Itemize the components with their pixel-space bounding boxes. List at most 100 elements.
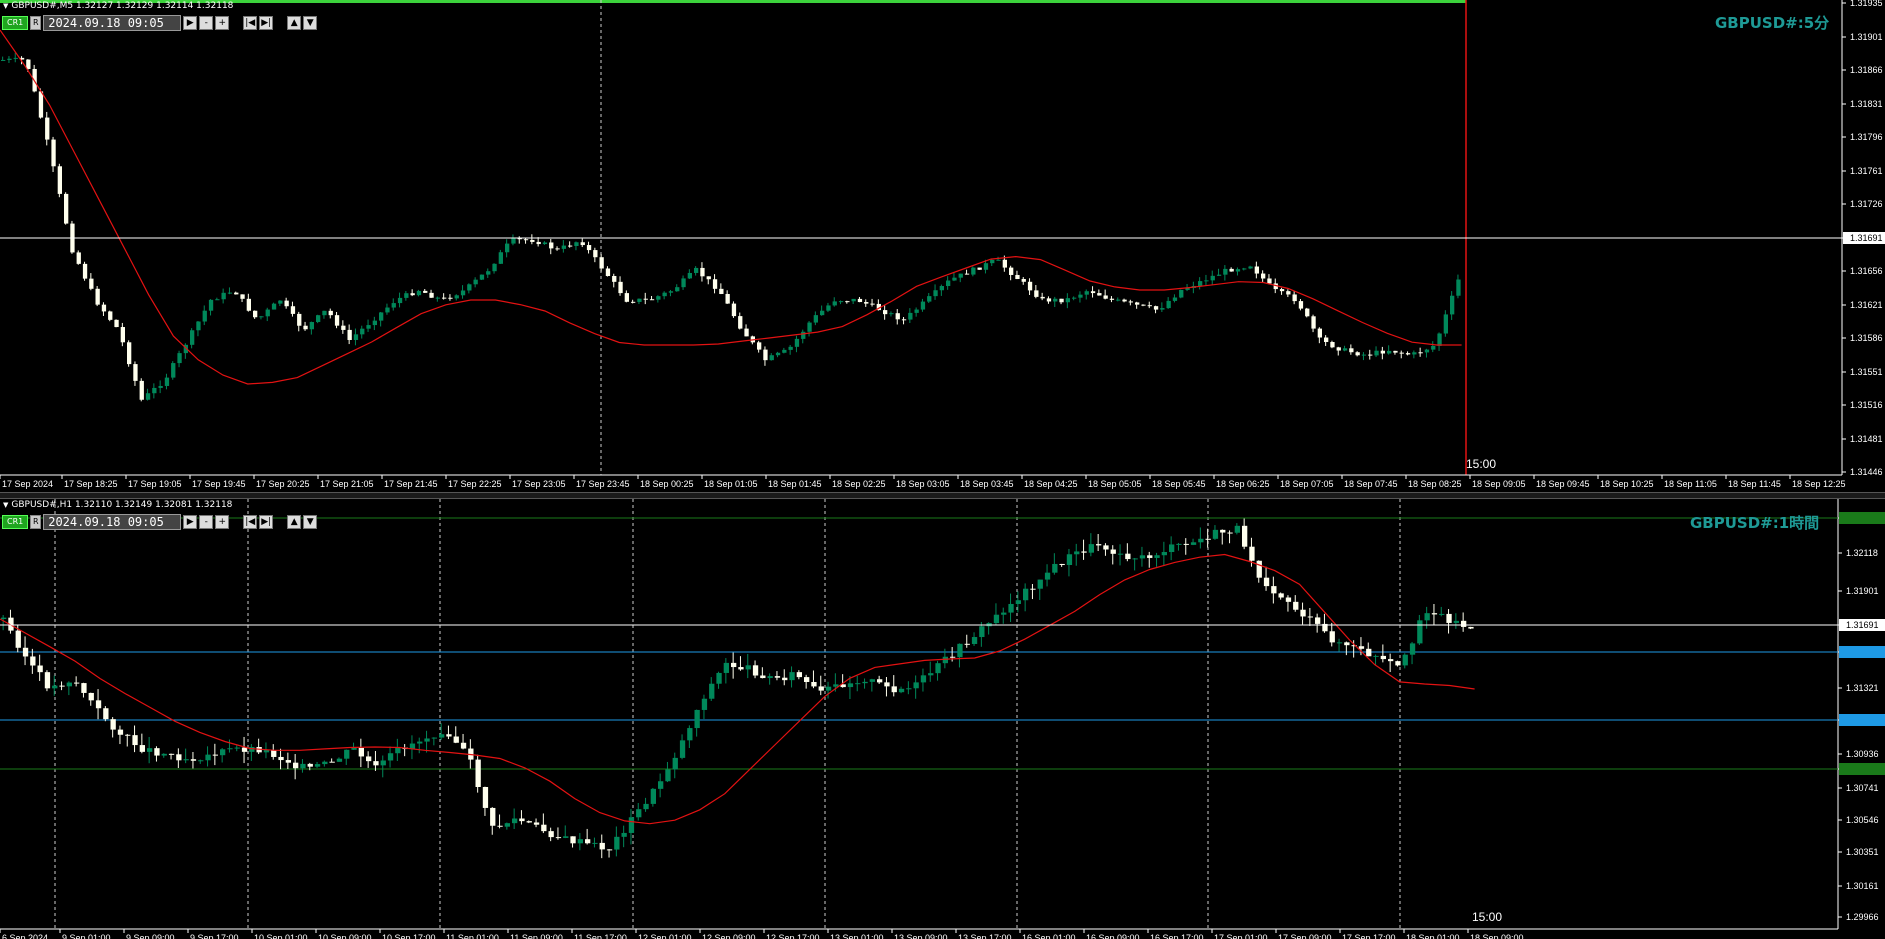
candle-body <box>851 298 856 302</box>
minus-button[interactable]: - <box>199 15 214 30</box>
candle-body <box>1399 352 1404 354</box>
candle-body <box>285 760 291 763</box>
candle-body <box>877 679 883 683</box>
time-tick-label: 12 Sep 01:00 <box>638 933 692 939</box>
candle-body <box>139 380 144 400</box>
candle-body <box>1153 306 1159 310</box>
h1-chart-pane[interactable]: 1.323211.321181.319011.316911.315251.313… <box>0 499 1885 939</box>
candle-body <box>127 342 132 365</box>
candle-body <box>574 242 579 246</box>
candle-body <box>631 301 636 303</box>
candle-body <box>1417 620 1423 644</box>
cr1-button[interactable]: CR1 <box>2 15 29 30</box>
pane-splitter[interactable] <box>0 492 1885 499</box>
candle-body <box>22 647 29 657</box>
h1-toolbar: CR1 R 2024.09.18 09:05 ▶ - + |◀ ▶| ▲ ▼ <box>2 513 318 530</box>
candle-body <box>1366 648 1372 657</box>
r-button[interactable]: R <box>30 514 42 529</box>
plus-button[interactable]: + <box>215 15 230 30</box>
m5-chart-pane[interactable]: 1.31935 1.31901 1.31866 1.31831 1.31796 1.317… <box>0 0 1885 492</box>
candle-body <box>387 753 394 761</box>
candle-body <box>723 662 729 673</box>
play-button[interactable]: ▶ <box>183 514 198 529</box>
candle-body <box>504 823 510 827</box>
candle-body <box>1198 538 1204 543</box>
candle-body <box>716 672 722 684</box>
candle-body <box>380 760 386 766</box>
first-bar-button[interactable]: |◀ <box>243 514 258 529</box>
candle-body <box>530 239 535 242</box>
candle-body <box>700 267 705 277</box>
candle-body <box>1072 297 1077 299</box>
candle-body <box>1342 348 1348 351</box>
plus-button[interactable]: + <box>215 514 230 529</box>
candle-body <box>13 57 18 59</box>
time-tick-label: 12 Sep 09:00 <box>702 933 756 939</box>
candle-body <box>533 822 540 825</box>
candle-body <box>1103 295 1108 299</box>
candle-body <box>1329 631 1335 643</box>
time-tick-label: 16 Sep 17:00 <box>1150 933 1204 939</box>
m5-date-field[interactable]: 2024.09.18 09:05 <box>43 14 182 31</box>
candle-body <box>152 387 157 394</box>
candle-body <box>1330 342 1335 348</box>
scroll-up-button[interactable]: ▲ <box>287 15 302 30</box>
candle-body <box>1393 350 1398 353</box>
h1-date-field[interactable]: 2024.09.18 09:05 <box>43 513 182 530</box>
last-bar-button[interactable]: ▶| <box>259 514 274 529</box>
candle-body <box>914 309 919 313</box>
time-tick-label: 18 Sep 09:45 <box>1536 479 1590 489</box>
candle-body <box>431 737 437 739</box>
candle-body <box>825 686 832 691</box>
time-tick-label: 17 Sep 09:00 <box>1278 933 1332 939</box>
scroll-down-button[interactable]: ▼ <box>303 15 318 30</box>
candle-body <box>278 300 283 304</box>
time-tick-label: 17 Sep 17:00 <box>1342 933 1396 939</box>
time-tick-label: 13 Sep 01:00 <box>830 933 884 939</box>
play-button[interactable]: ▶ <box>183 15 198 30</box>
minus-button[interactable]: - <box>199 514 214 529</box>
time-tick-label: 9 Sep 09:00 <box>126 933 175 939</box>
candle-body <box>1388 659 1394 662</box>
candle-body <box>832 301 837 306</box>
collapse-triangle-icon[interactable]: ▼ <box>3 2 8 10</box>
candle-body <box>328 310 333 316</box>
first-bar-button[interactable]: |◀ <box>243 15 258 30</box>
time-tick-label: 18 Sep 02:25 <box>832 479 886 489</box>
candle-body <box>1 59 6 61</box>
candle-body <box>694 709 700 729</box>
price-tick-label: 1.31586 <box>1850 333 1883 343</box>
scroll-down-button[interactable]: ▼ <box>303 514 318 529</box>
collapse-triangle-icon[interactable]: ▼ <box>3 501 8 509</box>
last-bar-button[interactable]: ▶| <box>259 15 274 30</box>
candle-body <box>227 292 233 294</box>
candle-body <box>198 760 204 762</box>
time-tick-label: 17 Sep 22:25 <box>448 479 502 489</box>
candle-body <box>45 117 50 140</box>
candle-body <box>709 683 715 699</box>
candle-body <box>1116 299 1121 301</box>
candle-body <box>952 277 957 281</box>
candle-body <box>1040 296 1045 299</box>
candle-body <box>807 322 812 332</box>
candle-body <box>767 676 773 679</box>
scroll-up-button[interactable]: ▲ <box>287 514 302 529</box>
candle-body <box>492 263 497 272</box>
candle-body <box>341 325 346 330</box>
candle-body <box>366 325 371 329</box>
r-button[interactable]: R <box>30 15 42 30</box>
h1-chart-canvas[interactable]: 1.323211.321181.319011.316911.315251.313… <box>0 499 1885 939</box>
m5-chart-canvas[interactable]: 1.31935 1.31901 1.31866 1.31831 1.31796 1.317… <box>0 0 1885 492</box>
candle-body <box>147 748 153 752</box>
candle-body <box>895 313 900 320</box>
m5-toolbar: CR1 R 2024.09.18 09:05 ▶ - + |◀ ▶| ▲ ▼ <box>2 14 318 31</box>
candle-body <box>1084 291 1089 295</box>
time-tick-label: 12 Sep 17:00 <box>766 933 820 939</box>
price-tick-label: 1.30161 <box>1846 881 1879 891</box>
candle-body <box>536 241 541 245</box>
candle-body <box>353 334 359 340</box>
candle-body <box>725 293 730 304</box>
candle-body <box>1198 281 1203 286</box>
cr1-button[interactable]: CR1 <box>2 514 29 529</box>
candle-body <box>801 331 806 339</box>
